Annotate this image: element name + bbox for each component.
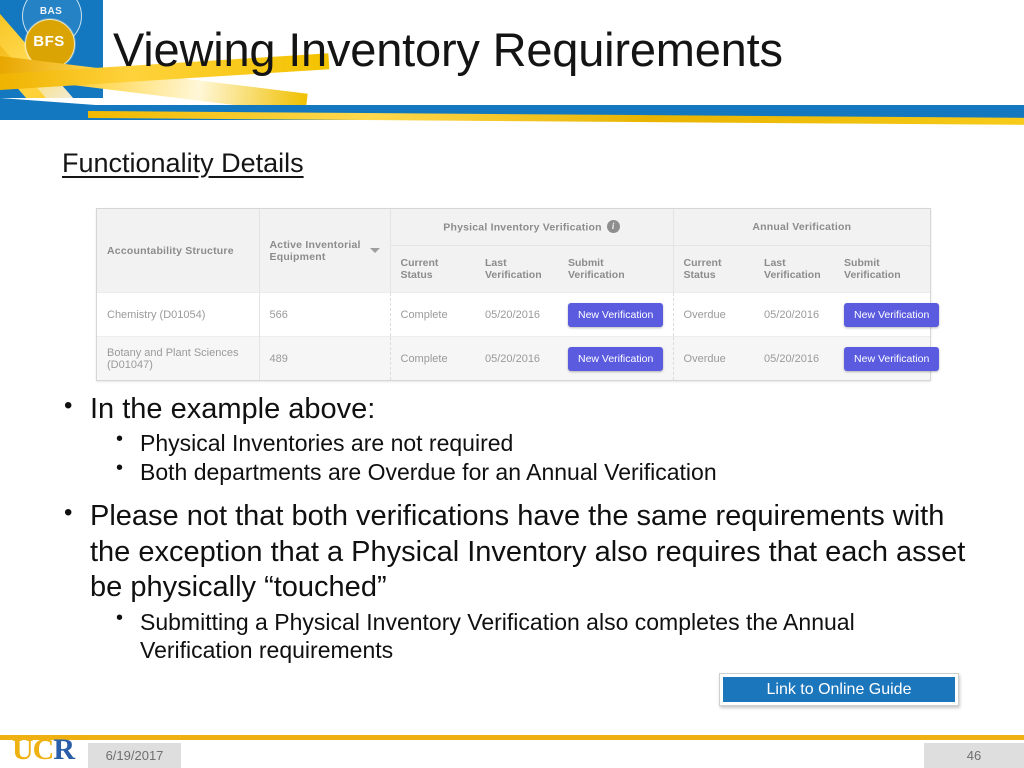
cell-annual-last: 05/20/2016 (754, 336, 835, 380)
cell-annual-last: 05/20/2016 (754, 292, 835, 337)
inventory-table: Accountability Structure Active Inventor… (96, 208, 940, 381)
bullet-level2-submitting-completes-annual: Submitting a Physical Inventory Verifica… (60, 606, 970, 664)
section-heading: Functionality Details (62, 148, 304, 178)
footer-date: 6/19/2017 (88, 743, 181, 768)
column-group-physical-label: Physical Inventory Verification (443, 220, 602, 233)
cell-annual-status: Overdue (672, 336, 755, 380)
new-verification-button[interactable]: New Verification (568, 346, 664, 371)
column-active-inventorial-equipment[interactable]: Active Inventorial Equipment (258, 209, 390, 293)
ucr-logo: UCR (12, 733, 75, 766)
column-physical-current-status: Current Status (389, 245, 475, 293)
column-annual-last-verification: Last Verification (754, 245, 835, 293)
column-group-annual-verification: Annual Verification (672, 209, 931, 246)
bullet-level1-example-above: In the example above: (60, 391, 970, 427)
cell-structure: Botany and Plant Sciences (D01047) (97, 336, 259, 380)
cell-physical-status: Complete (389, 336, 475, 380)
bullet-level2-both-overdue: Both departments are Overdue for an Annu… (60, 456, 970, 486)
info-icon[interactable]: i (606, 219, 620, 233)
link-to-online-guide-label: Link to Online Guide (723, 677, 955, 702)
bullet-level1-same-requirements: Please not that both verifications have … (60, 498, 970, 605)
chevron-down-icon[interactable] (369, 248, 380, 253)
cell-structure: Chemistry (D01054) (97, 292, 259, 337)
column-accountability-structure: Accountability Structure (97, 209, 259, 293)
cell-physical-last: 05/20/2016 (475, 336, 558, 380)
new-verification-button[interactable]: New Verification (568, 302, 664, 327)
table-row[interactable]: Botany and Plant Sciences (D01047) 489 C… (97, 336, 940, 380)
cell-physical-submit[interactable]: New Verification (558, 336, 674, 380)
column-physical-last-verification: Last Verification (475, 245, 558, 293)
cell-annual-submit[interactable]: New Verification (834, 292, 940, 337)
cell-physical-last: 05/20/2016 (475, 292, 558, 337)
cell-equipment: 489 (258, 336, 390, 380)
link-to-online-guide-button[interactable]: Link to Online Guide (719, 673, 959, 706)
footer-gold-rule (0, 735, 1024, 740)
bullet-list: In the example above: Physical Inventori… (60, 391, 970, 665)
cell-physical-submit[interactable]: New Verification (558, 292, 674, 337)
page-title: Viewing Inventory Requirements (113, 23, 783, 76)
ucr-logo-uc: UC (12, 733, 54, 766)
column-group-annual-label: Annual Verification (752, 221, 852, 233)
new-verification-button[interactable]: New Verification (844, 346, 940, 371)
footer-page-number: 46 (924, 743, 1024, 768)
bullet-level2-physical-not-required: Physical Inventories are not required (60, 427, 970, 457)
column-annual-submit-verification: Submit Verification (834, 245, 931, 293)
new-verification-button[interactable]: New Verification (844, 302, 940, 327)
column-active-inventorial-equipment-label: Active Inventorial Equipment (269, 238, 361, 263)
column-annual-current-status: Current Status (672, 245, 755, 293)
bas-label: BAS (39, 6, 63, 17)
column-physical-submit-verification: Submit Verification (558, 245, 674, 293)
cell-annual-status: Overdue (672, 292, 755, 337)
cell-physical-status: Complete (389, 292, 475, 337)
cell-annual-submit[interactable]: New Verification (834, 336, 940, 380)
column-group-physical-inventory-verification: Physical Inventory Verification i (389, 209, 674, 246)
column-accountability-structure-label: Accountability Structure (107, 244, 234, 257)
table-group-header-row: Accountability Structure Active Inventor… (97, 209, 931, 293)
bfs-label: BFS (33, 33, 65, 50)
ucr-logo-r: R (53, 733, 75, 766)
slide-header: BAS BFS Viewing Inventory Requirements (0, 0, 1024, 128)
table-row[interactable]: Chemistry (D01054) 566 Complete 05/20/20… (97, 292, 940, 337)
cell-equipment: 566 (258, 292, 390, 337)
